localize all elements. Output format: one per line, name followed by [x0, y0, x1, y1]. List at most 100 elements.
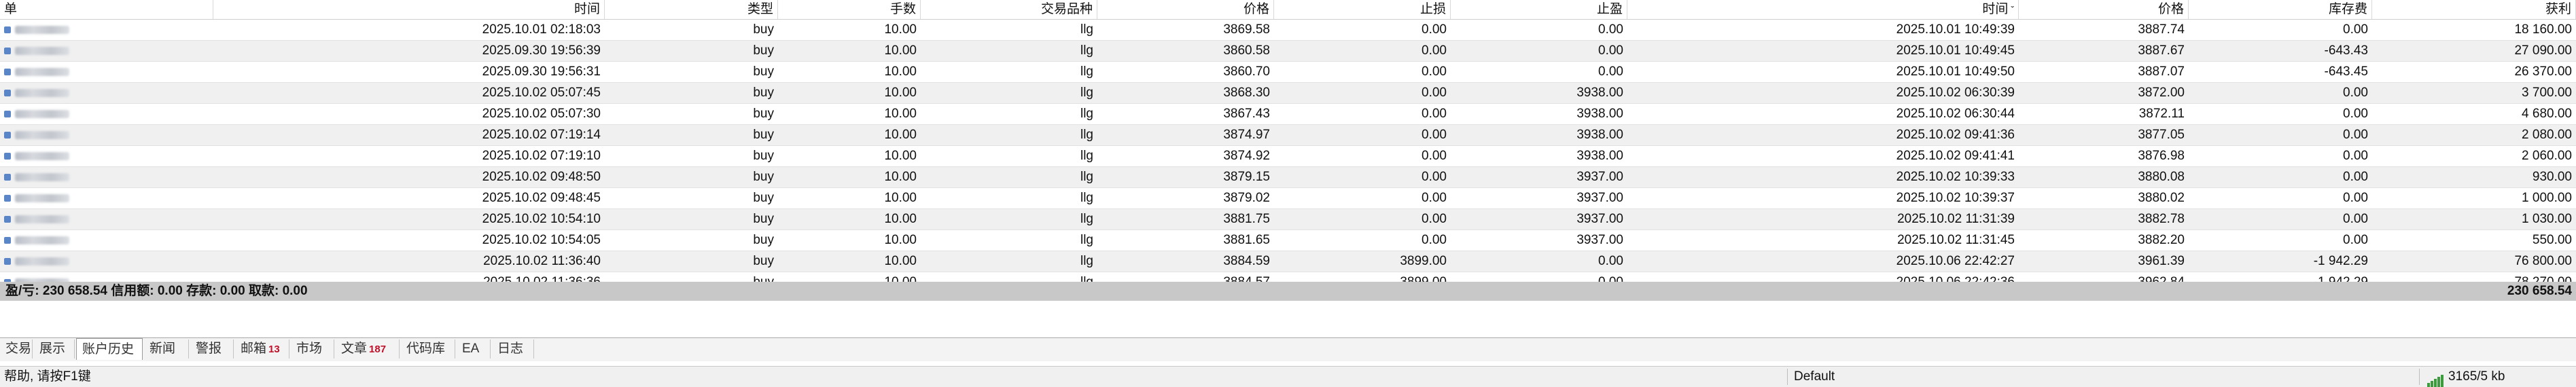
- symbol-cell: llg: [1080, 149, 1093, 163]
- table-row[interactable]: 2025.10.02 10:54:05 buy 10.00 llg 3881.65 0.0…: [0, 230, 2576, 251]
- column-header-stop-loss[interactable]: 止损: [1274, 0, 1451, 19]
- take-profit-cell: 0.00: [1598, 64, 1623, 79]
- close-time-cell: 2025.10.02 11:31:39: [1897, 212, 2015, 226]
- stop-loss-cell: 0.00: [1422, 128, 1447, 142]
- tab-9[interactable]: EA: [457, 339, 491, 358]
- close-time-cell: 2025.10.01 10:49:39: [1896, 22, 2015, 37]
- sort-arrow-icon: ˇ: [2011, 4, 2014, 15]
- table-row[interactable]: 2025.10.02 10:54:10 buy 10.00 llg 3881.75 0.0…: [0, 209, 2576, 230]
- buy-order-icon: [4, 131, 11, 139]
- table-row[interactable]: 2025.10.02 11:36:40 buy 10.00 llg 3884.59 389…: [0, 251, 2576, 272]
- profit-cell: 76 800.00: [2514, 254, 2572, 268]
- take-profit-cell: 0.00: [1598, 22, 1623, 37]
- volume-cell: 10.00: [884, 254, 917, 268]
- column-header-type[interactable]: 类型: [605, 0, 778, 19]
- open-time-cell: 2025.10.02 05:07:45: [482, 86, 601, 100]
- column-header-swap[interactable]: 库存费: [2189, 0, 2372, 19]
- buy-order-icon: [4, 26, 11, 33]
- buy-order-icon: [4, 194, 11, 202]
- table-row[interactable]: 2025.10.02 07:19:10 buy 10.00 llg 3874.92 0.0…: [0, 146, 2576, 167]
- close-price-cell: 3887.07: [2138, 64, 2185, 79]
- tab-label: 交易: [5, 342, 32, 356]
- traffic-text: 3165/5 kb: [2448, 369, 2505, 384]
- volume-cell: 10.00: [884, 64, 917, 79]
- tab-0[interactable]: 交易: [0, 339, 33, 358]
- stop-loss-cell: 3899.00: [1400, 254, 1447, 268]
- help-text: 帮助, 请按F1键: [4, 369, 91, 384]
- close-time-cell: 2025.10.01 10:49:50: [1896, 64, 2015, 79]
- open-time-cell: 2025.10.02 10:54:10: [482, 212, 601, 226]
- table-row[interactable]: 2025.10.02 07:19:14 buy 10.00 llg 3874.97 0.0…: [0, 125, 2576, 146]
- tab-6[interactable]: 市场: [291, 339, 334, 358]
- close-price-cell: 3880.02: [2138, 191, 2185, 205]
- buy-order-icon: [4, 215, 11, 223]
- open-time-cell: 2025.10.02 07:19:10: [482, 149, 601, 163]
- profile-name[interactable]: Default: [1790, 367, 1994, 387]
- order-ticket-cell: [0, 62, 213, 82]
- tab-badge: 187: [369, 344, 387, 355]
- symbol-cell: llg: [1080, 191, 1093, 205]
- terminal-tabs: 交易 展示 账户历史 新闻 警报 邮箱 13 市场 文章 187 代码库 EA 日志: [0, 337, 2576, 361]
- tab-label: 文章: [341, 342, 368, 356]
- column-header-open-time[interactable]: 时间: [213, 0, 605, 19]
- redacted-ticket: [15, 236, 69, 244]
- tab-7[interactable]: 文章 187: [336, 339, 400, 358]
- column-header-order[interactable]: 单: [0, 0, 213, 19]
- type-cell: buy: [753, 254, 774, 268]
- tab-2[interactable]: 账户历史: [76, 338, 143, 360]
- open-price-cell: 3860.70: [1223, 64, 1270, 79]
- summary-total: 230 658.54: [2507, 284, 2572, 298]
- symbol-cell: llg: [1080, 22, 1093, 37]
- close-time-cell: 2025.10.02 09:41:36: [1896, 128, 2015, 142]
- open-price-cell: 3874.92: [1223, 149, 1270, 163]
- column-header-label: 时间: [1982, 2, 2009, 16]
- symbol-cell: llg: [1080, 86, 1093, 100]
- swap-cell: 0.00: [2343, 128, 2368, 142]
- table-row[interactable]: 2025.10.02 05:07:30 buy 10.00 llg 3867.43 0.0…: [0, 104, 2576, 125]
- buy-order-icon: [4, 236, 11, 244]
- tab-3[interactable]: 新闻: [144, 339, 189, 358]
- connection-status[interactable]: 3165/5 kb: [2423, 367, 2576, 387]
- tab-label: 新闻: [149, 342, 176, 356]
- column-header-open-price[interactable]: 价格: [1097, 0, 1274, 19]
- buy-order-icon: [4, 47, 11, 54]
- table-row[interactable]: 2025.10.02 05:07:45 buy 10.00 llg 3868.30 0.0…: [0, 83, 2576, 104]
- column-header-symbol[interactable]: 交易品种: [921, 0, 1097, 19]
- table-row[interactable]: 2025.09.30 19:56:31 buy 10.00 llg 3860.70 0.0…: [0, 62, 2576, 83]
- tab-10[interactable]: 日志: [492, 339, 534, 358]
- column-header-close-time[interactable]: 时间 ˇ: [1627, 0, 2019, 19]
- tab-label: 日志: [497, 342, 524, 356]
- type-cell: buy: [753, 64, 774, 79]
- table-row[interactable]: 2025.10.02 09:48:50 buy 10.00 llg 3879.15 0.0…: [0, 167, 2576, 188]
- volume-cell: 10.00: [884, 86, 917, 100]
- tab-1[interactable]: 展示: [34, 339, 75, 358]
- tab-label: 展示: [39, 342, 66, 356]
- volume-cell: 10.00: [884, 43, 917, 58]
- column-header-volume[interactable]: 手数: [778, 0, 921, 19]
- take-profit-cell: 3938.00: [1576, 107, 1623, 121]
- table-row[interactable]: 2025.10.01 02:18:03 buy 10.00 llg 3869.58 0.0…: [0, 20, 2576, 41]
- column-header-take-profit[interactable]: 止盈: [1451, 0, 1627, 19]
- summary-text: 盈/亏: 230 658.54 信用额: 0.00 存款: 0.00 取款: 0…: [5, 284, 308, 298]
- table-row[interactable]: 2025.10.02 09:48:45 buy 10.00 llg 3879.02 0.0…: [0, 188, 2576, 209]
- column-header-close-price[interactable]: 价格: [2019, 0, 2189, 19]
- tab-8[interactable]: 代码库: [401, 339, 455, 358]
- close-price-cell: 3880.08: [2138, 170, 2185, 184]
- table-row[interactable]: 2025.09.30 19:56:39 buy 10.00 llg 3860.58 0.0…: [0, 41, 2576, 62]
- tab-4[interactable]: 警报: [190, 339, 234, 358]
- close-price-cell: 3882.20: [2138, 233, 2185, 247]
- column-header-profit[interactable]: 获利: [2372, 0, 2576, 19]
- stop-loss-cell: 0.00: [1422, 64, 1447, 79]
- redacted-ticket: [15, 109, 69, 118]
- symbol-cell: llg: [1080, 64, 1093, 79]
- tab-5[interactable]: 邮箱 13: [235, 339, 289, 358]
- type-cell: buy: [753, 43, 774, 58]
- order-ticket-cell: [0, 125, 213, 145]
- open-time-cell: 2025.10.02 07:19:14: [482, 128, 601, 142]
- redacted-ticket: [15, 194, 69, 202]
- order-ticket-cell: [0, 209, 213, 229]
- order-ticket-cell: [0, 167, 213, 187]
- symbol-cell: llg: [1080, 233, 1093, 247]
- stop-loss-cell: 0.00: [1422, 233, 1447, 247]
- redacted-ticket: [15, 67, 69, 76]
